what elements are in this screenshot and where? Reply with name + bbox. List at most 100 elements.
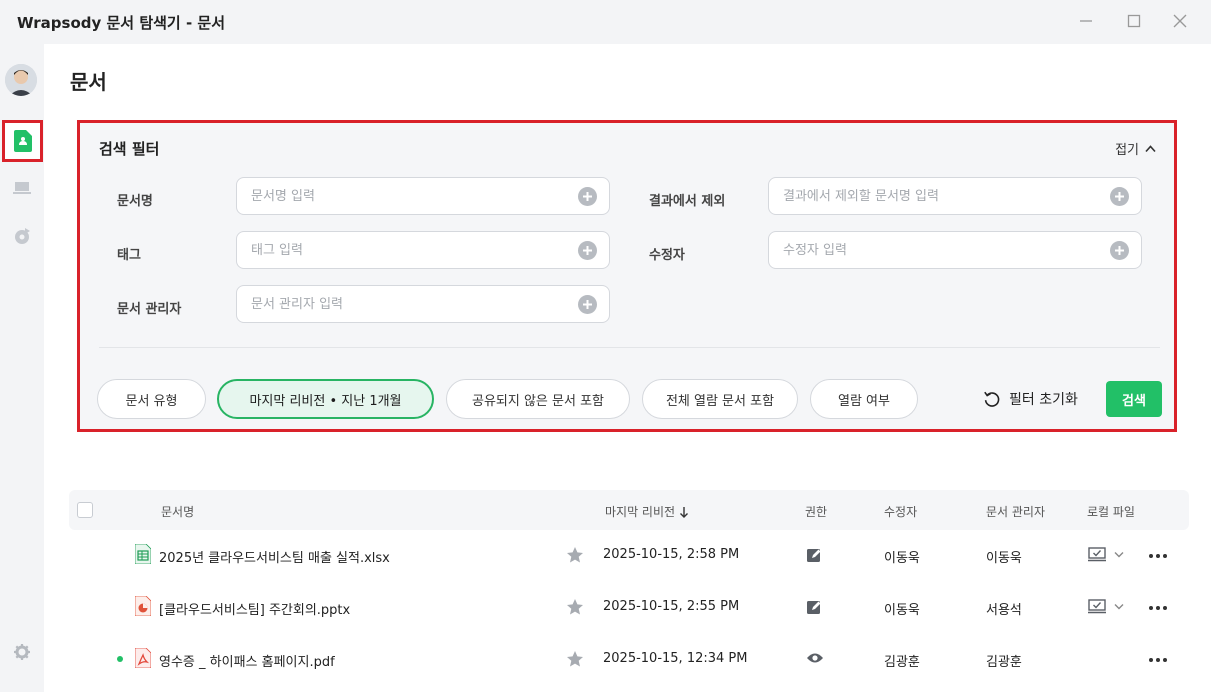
row-doc-name[interactable]: [클라우드서비스팀] 주간회의.pptx: [159, 599, 350, 618]
chip-last-revision[interactable]: 마지막 리비전 • 지난 1개월: [217, 379, 434, 419]
sync-icon: [15, 228, 30, 244]
star-icon[interactable]: [566, 598, 584, 616]
reset-filter-label: 필터 초기화: [1009, 392, 1078, 408]
add-modifier-button[interactable]: [1110, 241, 1129, 260]
local-file-check-icon: [1088, 547, 1106, 562]
add-manager-button[interactable]: [578, 295, 597, 314]
minimize-icon: [1080, 20, 1092, 22]
tag-input[interactable]: [251, 242, 571, 258]
main-content: 문서 검색 필터 접기 문서명 결과에서 제외 태그: [44, 44, 1211, 692]
header-permission: 권한: [805, 505, 828, 519]
gear-icon: [14, 644, 30, 660]
select-all-checkbox[interactable]: [77, 502, 93, 518]
exclude-input[interactable]: [783, 188, 1103, 204]
title-bar: Wrapsody 문서 탐색기 - 문서: [0, 0, 1211, 44]
sidebar: [0, 44, 44, 692]
more-options-icon[interactable]: [1148, 546, 1168, 566]
local-file-dropdown[interactable]: [1088, 547, 1124, 562]
minimize-button[interactable]: [1072, 8, 1100, 34]
header-local-file: 로컬 파일: [1087, 505, 1135, 519]
modifier-field: [768, 231, 1142, 269]
pdf-file-icon: [135, 648, 151, 668]
chip-doc-type[interactable]: 문서 유형: [97, 379, 206, 419]
row-doc-name[interactable]: 2025년 클라우드서비스팀 매출 실적.xlsx: [159, 547, 390, 566]
plus-icon: [583, 300, 592, 309]
row-manager: 김광훈: [986, 655, 1022, 670]
avatar[interactable]: [5, 64, 37, 96]
table-header: 문서명 마지막 리비전 권한 수정자 문서 관리자 로컬 파일: [69, 490, 1189, 530]
add-doc-name-button[interactable]: [578, 187, 597, 206]
row-manager: 서용석: [986, 603, 1022, 618]
unread-indicator: [117, 656, 123, 662]
more-options-icon[interactable]: [1148, 598, 1168, 618]
window-title: Wrapsody 문서 탐색기 - 문서: [17, 14, 226, 32]
sidebar-item-documents[interactable]: [2, 120, 43, 162]
local-file-dropdown[interactable]: [1088, 599, 1124, 614]
collapse-label: 접기: [1115, 143, 1139, 158]
filter-title: 검색 필터: [99, 140, 160, 158]
maximize-button[interactable]: [1120, 8, 1148, 34]
plus-icon: [1115, 192, 1124, 201]
table-row[interactable]: 영수증 _ 하이패스 홈페이지.pdf 2025-10-15, 12:34 PM…: [69, 634, 1189, 686]
manager-field: [236, 285, 610, 323]
more-options-icon[interactable]: [1148, 650, 1168, 670]
view-eye-icon: [807, 653, 823, 663]
collapse-button[interactable]: 접기: [1115, 139, 1156, 158]
sidebar-item-sync[interactable]: [0, 214, 44, 258]
maximize-icon: [1127, 14, 1141, 28]
row-modifier: 이동욱: [884, 551, 920, 566]
exclude-label: 결과에서 제외: [649, 194, 726, 209]
exclude-field: [768, 177, 1142, 215]
tag-field: [236, 231, 610, 269]
tag-label: 태그: [117, 248, 141, 263]
modifier-label: 수정자: [649, 248, 685, 263]
plus-icon: [583, 246, 592, 255]
row-doc-name[interactable]: 영수증 _ 하이패스 홈페이지.pdf: [159, 651, 335, 670]
reset-icon: [984, 391, 1000, 407]
sidebar-item-settings[interactable]: [0, 630, 44, 674]
star-icon[interactable]: [566, 650, 584, 668]
header-manager[interactable]: 문서 관리자: [986, 503, 1045, 520]
sidebar-item-devices[interactable]: [0, 166, 44, 210]
document-icon: [13, 130, 32, 152]
row-revision: 2025-10-15, 2:58 PM: [603, 547, 740, 562]
row-modifier: 이동욱: [884, 603, 920, 618]
header-last-revision[interactable]: 마지막 리비전: [605, 503, 689, 520]
star-icon[interactable]: [566, 546, 584, 564]
filter-divider: [99, 347, 1160, 348]
doc-name-input[interactable]: [251, 188, 571, 204]
row-manager: 이동욱: [986, 551, 1022, 566]
chip-include-all-view[interactable]: 전체 열람 문서 포함: [642, 379, 798, 419]
close-button[interactable]: [1166, 8, 1194, 34]
search-button[interactable]: 검색: [1106, 381, 1162, 417]
page-title: 문서: [70, 70, 107, 94]
chevron-down-icon: [1114, 604, 1124, 610]
excel-file-icon: [135, 544, 151, 564]
add-tag-button[interactable]: [578, 241, 597, 260]
close-icon: [1173, 14, 1187, 28]
header-name[interactable]: 문서명: [161, 503, 194, 520]
reset-filter-button[interactable]: 필터 초기화: [983, 389, 1078, 409]
plus-icon: [583, 192, 592, 201]
add-exclude-button[interactable]: [1110, 187, 1129, 206]
row-revision: 2025-10-15, 12:34 PM: [603, 651, 748, 666]
table-row[interactable]: [클라우드서비스팀] 주간회의.pptx 2025-10-15, 2:55 PM…: [69, 582, 1189, 634]
manager-input[interactable]: [251, 296, 571, 312]
chip-include-unshared[interactable]: 공유되지 않은 문서 포함: [446, 379, 630, 419]
modifier-input[interactable]: [783, 242, 1103, 258]
edit-icon: [807, 549, 821, 562]
manager-label: 문서 관리자: [117, 302, 182, 317]
laptop-icon: [13, 182, 31, 194]
header-modifier[interactable]: 수정자: [884, 503, 917, 520]
header-last-revision-label: 마지막 리비전: [605, 505, 676, 519]
edit-icon: [807, 601, 821, 614]
local-file-check-icon: [1088, 599, 1106, 614]
user-avatar-icon: [5, 64, 37, 96]
row-revision: 2025-10-15, 2:55 PM: [603, 599, 740, 614]
plus-icon: [1115, 246, 1124, 255]
search-filter-panel: 검색 필터 접기 문서명 결과에서 제외 태그: [77, 120, 1177, 432]
doc-name-label: 문서명: [117, 194, 153, 209]
table-row[interactable]: 2025년 클라우드서비스팀 매출 실적.xlsx 2025-10-15, 2:…: [69, 530, 1189, 582]
sort-desc-icon: [680, 506, 689, 518]
chip-read-status[interactable]: 열람 여부: [810, 379, 918, 419]
